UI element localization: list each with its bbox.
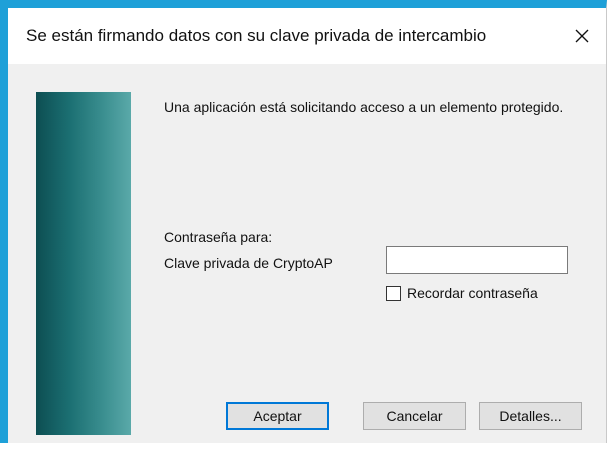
password-input[interactable] — [386, 246, 568, 274]
remember-password-label: Recordar contraseña — [407, 285, 538, 301]
close-button[interactable] — [560, 14, 604, 58]
remember-password-checkbox[interactable]: Recordar contraseña — [386, 285, 538, 301]
key-name-label: Clave privada de CryptoAP — [164, 255, 333, 271]
cancel-button[interactable]: Cancelar — [363, 402, 466, 430]
details-button[interactable]: Detalles... — [479, 402, 582, 430]
accept-button[interactable]: Aceptar — [226, 402, 329, 430]
window-title: Se están firmando datos con su clave pri… — [26, 26, 487, 45]
checkbox-icon[interactable] — [386, 285, 401, 301]
request-message: Una aplicación está solicitando acceso a… — [164, 99, 564, 115]
window-bottom-edge — [0, 443, 607, 451]
password-for-label: Contraseña para: — [164, 229, 273, 245]
dialog-content: Una aplicación está solicitando acceso a… — [8, 64, 606, 451]
title-bar[interactable]: Se están firmando datos con su clave pri… — [8, 8, 606, 64]
dialog-window: Se están firmando datos con su clave pri… — [0, 0, 607, 451]
close-icon — [575, 29, 589, 43]
banner-graphic — [36, 92, 131, 435]
